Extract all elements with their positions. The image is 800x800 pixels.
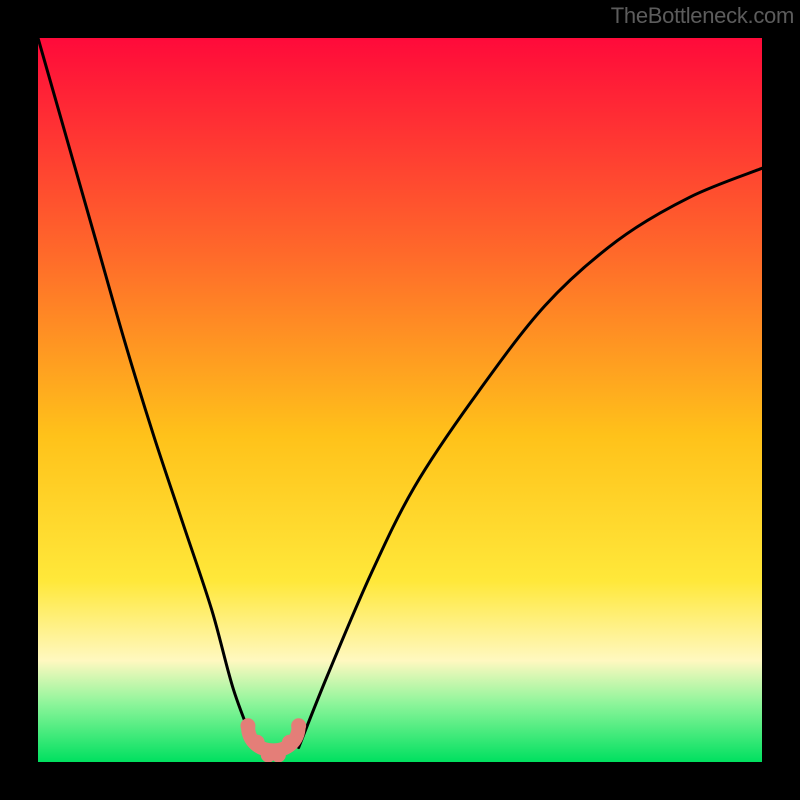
notch-bead	[240, 718, 255, 733]
notch-bead	[271, 747, 286, 762]
notch-bead	[291, 718, 306, 733]
notch-bead	[250, 735, 265, 750]
chart-plot-area	[38, 38, 762, 762]
notch-bead	[282, 735, 297, 750]
gradient-background	[38, 38, 762, 762]
chart-svg	[38, 38, 762, 762]
chart-frame: TheBottleneck.com	[0, 0, 800, 800]
watermark-text: TheBottleneck.com	[611, 3, 794, 29]
